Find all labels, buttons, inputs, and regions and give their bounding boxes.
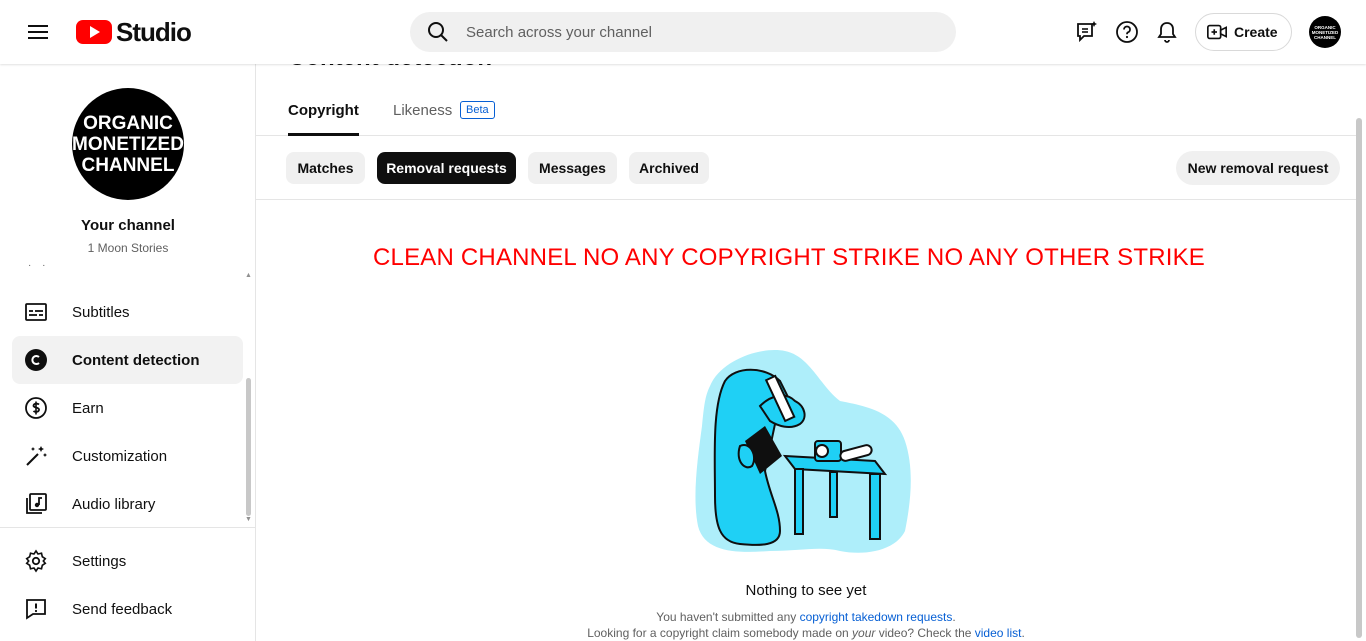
page-title: Content detection: [288, 64, 492, 72]
create-button[interactable]: Create: [1195, 13, 1292, 51]
chip-label: Matches: [297, 160, 354, 176]
sidebar-item-label: Settings: [72, 552, 127, 570]
create-label: Create: [1234, 24, 1278, 40]
search-bar[interactable]: [410, 12, 956, 52]
chip-messages[interactable]: Messages: [528, 152, 617, 184]
empty-state-title: Nothing to see yet: [745, 582, 867, 599]
copyright-takedown-requests-link[interactable]: copyright takedown requests: [800, 610, 953, 624]
content-detection-icon: [25, 349, 47, 371]
video-list-link[interactable]: video list: [975, 626, 1022, 640]
sidebar-item-send-feedback[interactable]: Send feedback: [12, 585, 243, 633]
main-content: Content detection Copyright Likeness Bet…: [256, 64, 1366, 641]
sidebar-divider: [0, 527, 255, 528]
sidebar-item-customization[interactable]: Customization: [12, 432, 243, 480]
empty-text-emphasis: your: [852, 626, 876, 640]
notifications-bell-icon[interactable]: [1155, 20, 1179, 44]
help-icon[interactable]: [1115, 20, 1139, 44]
empty-text: video? Check the: [875, 626, 975, 640]
empty-text: Looking for a copyright claim somebody m…: [587, 626, 853, 640]
sidebar: ORGANIC MONETIZED CHANNEL Your channel 1…: [0, 64, 256, 641]
gear-icon: [25, 549, 47, 573]
sidebar-scrollbar[interactable]: [246, 378, 251, 516]
sidebar-item-label: Earn: [72, 399, 104, 417]
tab-label: Likeness: [393, 102, 453, 119]
sidebar-item-subtitles[interactable]: Subtitles: [12, 288, 243, 336]
sidebar-item-content-detection[interactable]: Content detection: [12, 336, 243, 384]
account-avatar[interactable]: ORGANIC MONETIZED CHANNEL: [1309, 16, 1341, 48]
sidebar-item-settings[interactable]: Settings: [12, 537, 243, 585]
sidebar-item-label: Content detection: [72, 351, 200, 369]
channel-avatar[interactable]: ORGANIC MONETIZED CHANNEL: [72, 88, 184, 200]
empty-text: .: [1021, 626, 1025, 640]
create-video-icon: [1207, 24, 1227, 40]
filter-chips: Matches Removal requests Messages Archiv…: [256, 136, 1356, 200]
avatar-text-line: MONETIZED: [72, 133, 184, 155]
suggestions-icon[interactable]: [1075, 20, 1099, 44]
empty-state-line-2: Looking for a copyright claim somebody m…: [256, 626, 1356, 640]
search-icon[interactable]: [426, 20, 450, 44]
tab-bar: Copyright Likeness Beta: [256, 94, 1356, 136]
chip-label: Archived: [639, 160, 699, 176]
sidebar-scroll-down-arrow[interactable]: ▼: [245, 516, 252, 523]
top-bar: Studio Create ORGANIC MONETIZED CHANNEL: [0, 0, 1366, 64]
empty-text: .: [952, 610, 956, 624]
sidebar-item-label: Customization: [72, 447, 168, 465]
sidebar-item-earn[interactable]: Earn: [12, 384, 243, 432]
youtube-logo-icon: [76, 20, 112, 44]
chip-removal-requests[interactable]: Removal requests: [377, 152, 516, 184]
main-scrollbar[interactable]: [1356, 118, 1362, 638]
sidebar-item-audio-library[interactable]: Audio library: [12, 480, 243, 528]
magic-wand-icon: [26, 446, 47, 466]
empty-state-line-1: You haven't submitted any copyright take…: [256, 610, 1356, 624]
avatar-text-line: CHANNEL: [81, 154, 175, 176]
channel-name: 1 Moon Stories: [87, 241, 169, 255]
empty-text: You haven't submitted any: [656, 610, 800, 624]
logo-text: Studio: [116, 16, 192, 47]
empty-state-illustration: [695, 350, 911, 553]
subtitles-icon: [25, 303, 47, 321]
tab-likeness[interactable]: Likeness: [393, 102, 452, 136]
audio-library-icon: [26, 493, 47, 514]
sidebar-scroll-up-arrow[interactable]: ▲: [245, 272, 252, 279]
tab-copyright[interactable]: Copyright: [288, 102, 359, 136]
hamburger-menu-icon[interactable]: [22, 16, 54, 48]
studio-logo[interactable]: Studio: [76, 16, 192, 47]
avatar-text-line: CHANNEL: [1314, 34, 1336, 40]
tab-label: Copyright: [288, 102, 359, 119]
chip-archived[interactable]: Archived: [629, 152, 709, 184]
chip-matches[interactable]: Matches: [286, 152, 365, 184]
feedback-icon: [26, 599, 46, 620]
truncated-item-dots: · ·: [28, 260, 50, 271]
channel-status-banner: CLEAN CHANNEL NO ANY COPYRIGHT STRIKE NO…: [372, 244, 1206, 271]
chip-label: Messages: [539, 160, 606, 176]
dollar-icon: [25, 397, 47, 419]
sidebar-item-label: Send feedback: [72, 600, 173, 618]
avatar-text-line: ORGANIC: [83, 112, 173, 134]
channel-title: Your channel: [81, 217, 175, 234]
new-removal-request-label: New removal request: [1187, 160, 1329, 176]
sidebar-item-label: Subtitles: [72, 303, 130, 321]
beta-badge: Beta: [460, 101, 495, 119]
sidebar-item-label: Audio library: [72, 495, 156, 513]
new-removal-request-button[interactable]: New removal request: [1176, 151, 1340, 185]
search-input[interactable]: [466, 23, 926, 41]
chip-label: Removal requests: [386, 160, 507, 176]
